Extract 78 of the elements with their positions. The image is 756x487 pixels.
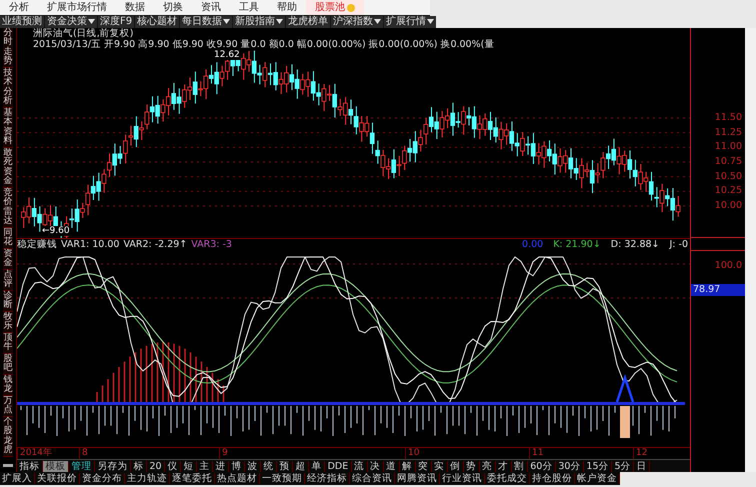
toolbar-tab[interactable]: 每日数据 (180, 16, 232, 28)
date-axis-label: 11 (532, 448, 544, 458)
sidebar-tab[interactable]: 万点 (3, 396, 13, 417)
indicator-value: VAR3: -3 (191, 239, 232, 250)
sidebar-tab[interactable]: 牧乐 (3, 312, 13, 333)
toolbar-tab[interactable]: 扩展行情 (384, 16, 436, 28)
sidebar-tab[interactable]: 点评 (3, 270, 13, 291)
sidebar-tab[interactable]: 个股龙虎 (3, 417, 13, 457)
date-axis-label: 8 (82, 448, 88, 458)
indicator-value: D: 32.88↓ (610, 239, 660, 250)
indicator-value: VAR1: 10.00 (61, 239, 120, 250)
extension-tab[interactable]: 经济指标 (305, 473, 350, 484)
extension-tab[interactable]: 资金分布 (80, 473, 125, 484)
extension-tab[interactable]: 扩展入 (0, 473, 35, 484)
high-price-label: 12.62 (213, 50, 241, 60)
price-axis-label: 10.75 (714, 154, 742, 169)
extension-tab[interactable]: 行业资讯 (440, 473, 485, 484)
current-value-label: 78.97 (691, 284, 745, 296)
price-axis-label: 11.00 (714, 140, 742, 154)
menu-item[interactable]: 切换 (154, 0, 192, 15)
indicator-value: 0.00 (522, 239, 544, 250)
toolbar-tab[interactable]: 龙虎榜单 (286, 16, 330, 28)
low-price-label: ←9.60 (41, 226, 71, 236)
indicator-tab[interactable]: 日 (634, 460, 650, 472)
sidebar-tab[interactable]: 同花 (3, 228, 13, 249)
signal-bar (620, 406, 630, 438)
extension-tab[interactable]: 一致预期 (260, 473, 305, 484)
date-axis-label: 9 (222, 448, 228, 458)
extension-tab[interactable]: 委托成交 (485, 473, 530, 484)
sidebar-tab[interactable]: 资金 (3, 249, 13, 270)
sidebar-tab[interactable]: 分时走势 (3, 28, 13, 68)
price-axis-label: 11.25 (714, 126, 742, 140)
menu-item[interactable]: 数据 (116, 0, 154, 15)
date-axis-label: 10 (408, 448, 420, 458)
price-axis-label: 10.50 (714, 170, 742, 184)
extension-tab[interactable]: 综合资讯 (350, 473, 395, 484)
menu-item[interactable]: 工具 (230, 0, 268, 15)
more-icon[interactable] (3, 464, 13, 467)
extension-tab[interactable]: 帐户资金 (575, 473, 620, 484)
sidebar-tab[interactable]: 股吧 (3, 354, 13, 375)
extension-tab[interactable]: 逐笔委托 (170, 473, 215, 484)
indicator-value: J: -0 (670, 239, 688, 250)
extension-tab[interactable]: 热点题材 (215, 473, 260, 484)
stock-title: 洲际油气(日线,前复权) (33, 28, 134, 39)
menu-item[interactable]: 资讯 (192, 0, 230, 15)
menu-item[interactable]: 帮助 (268, 0, 306, 15)
sidebar-tab[interactable]: 钱龙 (3, 375, 13, 396)
extension-tab[interactable]: 网腾资讯 (395, 473, 440, 484)
extension-tab[interactable]: 关联报价 (35, 473, 80, 484)
quote-line: 2015/03/13/五 开9.90 高9.90 低9.90 收9.90 量0.0 额0.0 幅0.00(0.00%) 振0.00(0.00%) 换0.00%(量 (33, 39, 496, 50)
date-axis-label: 2014年 (20, 448, 52, 458)
price-axis-label: 11.50 (714, 111, 742, 125)
extension-tab[interactable]: 持仓股份 (530, 473, 575, 484)
toolbar-tab[interactable]: 深度F9 (98, 16, 134, 28)
sidebar-tab[interactable]: 竞价雷达 (3, 188, 13, 228)
toolbar-tab[interactable]: 业绩预测 (0, 16, 44, 28)
sidebar-tab[interactable]: 技术分析 (3, 68, 13, 108)
extension-tab[interactable]: 主力轨迹 (125, 473, 170, 484)
indicator-value: VAR2: -2.29↑ (123, 239, 188, 250)
coin-icon (347, 4, 355, 12)
indicator-name: 稳定赚钱 (17, 239, 57, 250)
toolbar-tab[interactable]: 核心题材 (135, 16, 180, 28)
price-axis-label: 10.25 (714, 184, 742, 198)
indicator-axis-label: 100.0 (714, 260, 743, 272)
toolbar-tab[interactable]: 新股指南 (233, 16, 286, 28)
toolbar-tab[interactable]: 沪深指数 (331, 16, 384, 28)
price-axis-label: 10.00 (714, 198, 742, 213)
menu-item[interactable]: 股票池 (306, 0, 364, 15)
menu-item[interactable]: 扩展市场行情 (38, 0, 116, 15)
indicator-value: K: 21.90↓ (553, 239, 601, 250)
sidebar-tab[interactable]: 基本资料 (3, 108, 13, 148)
toolbar-tab[interactable]: 资金决策 (45, 16, 97, 28)
sidebar-tab[interactable]: 顶牛 (3, 333, 13, 354)
sidebar-tab[interactable]: 诊断 (3, 291, 13, 312)
indicator-tab[interactable]: 模板 (43, 460, 69, 472)
menu-item[interactable]: 分析 (0, 0, 38, 15)
date-axis-label: 12 (636, 448, 648, 458)
sidebar-tab[interactable]: 敢死资金 (3, 148, 13, 188)
